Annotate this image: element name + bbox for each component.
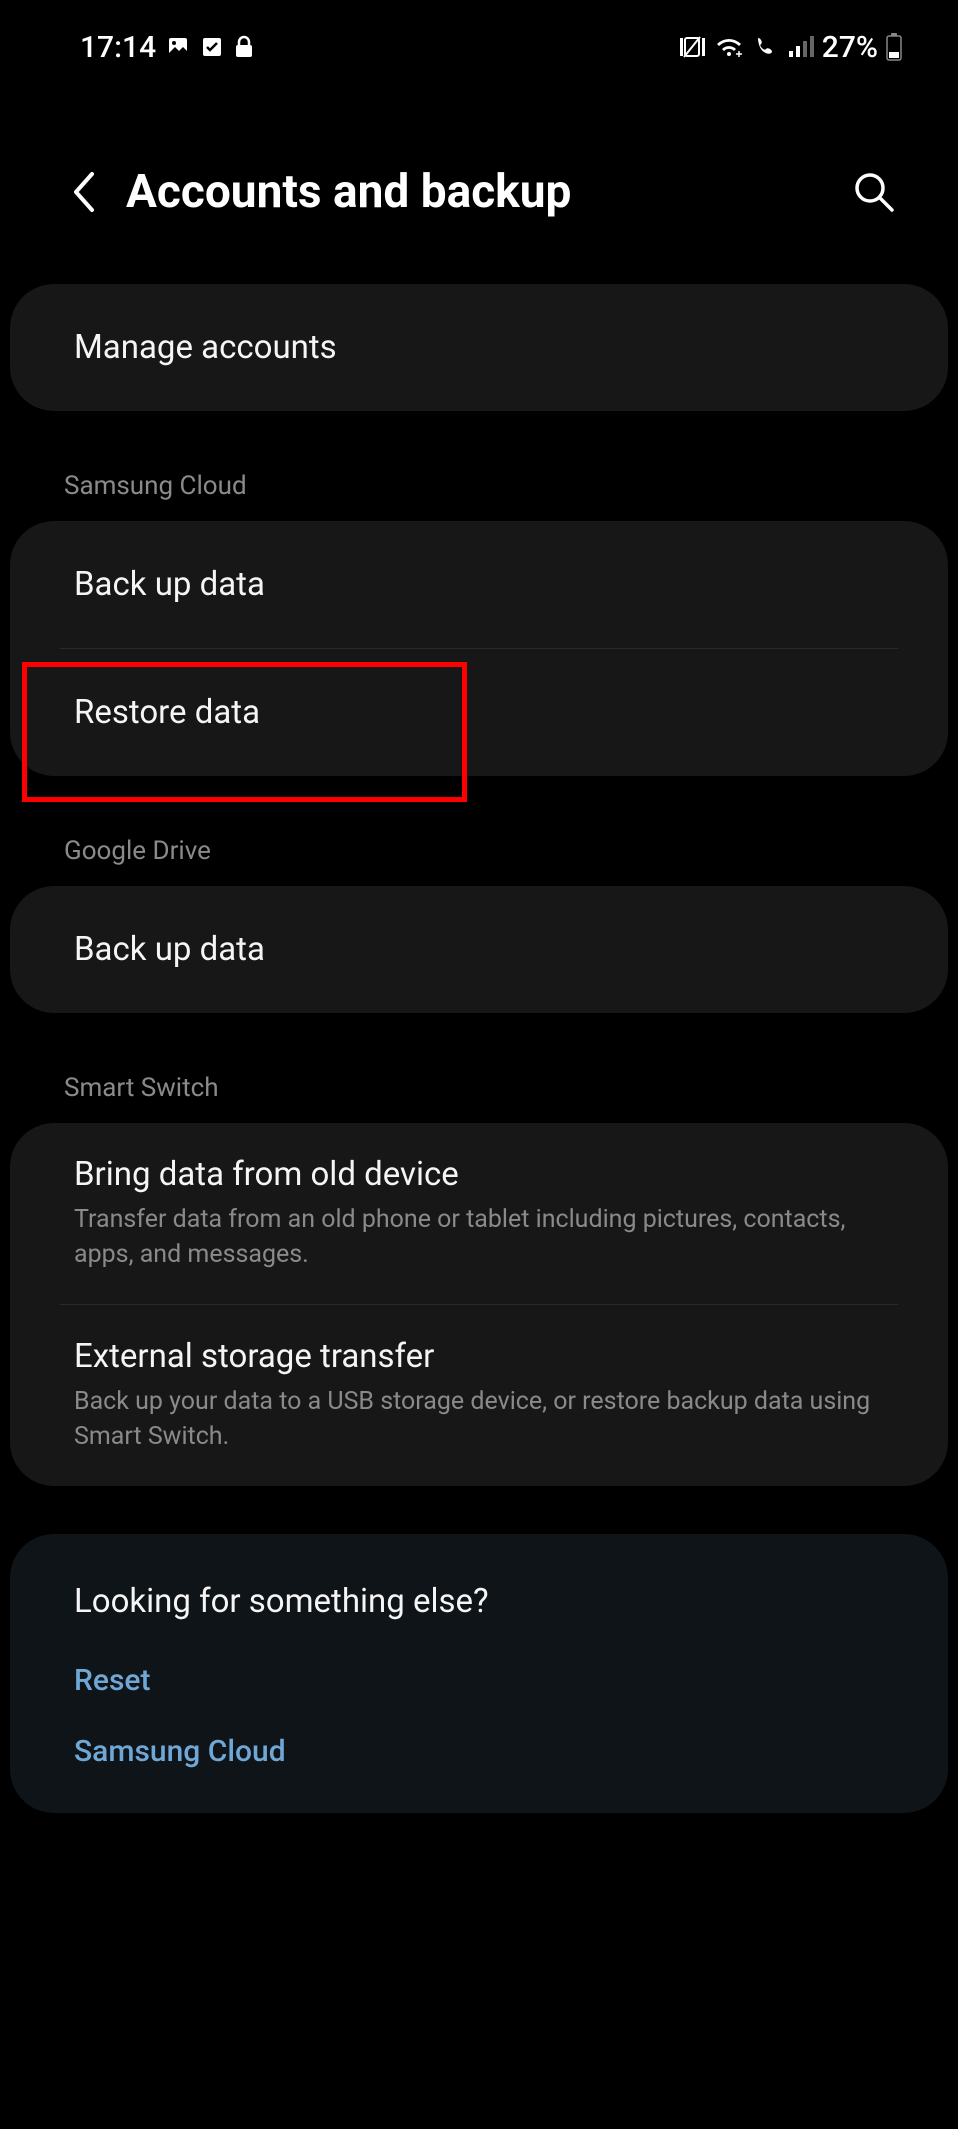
external-storage-sub: Back up your data to a USB storage devic… (74, 1384, 884, 1454)
samsung-backup-item[interactable]: Back up data (10, 521, 948, 648)
google-backup-label: Back up data (74, 930, 265, 969)
volte-call-icon (752, 35, 780, 59)
section-smart-switch: Smart Switch (0, 1031, 958, 1123)
manage-accounts-card: Manage accounts (10, 284, 948, 411)
status-bar: 17:14 27% (0, 0, 958, 70)
back-button[interactable] (52, 160, 116, 224)
image-icon (166, 35, 190, 59)
search-icon (852, 170, 896, 214)
bring-data-title: Bring data from old device (74, 1155, 884, 1194)
mute-vibrate-icon (678, 35, 706, 59)
samsung-restore-item[interactable]: Restore data (10, 649, 948, 776)
smart-switch-card: Bring data from old device Transfer data… (10, 1123, 948, 1486)
samsung-cloud-link-label: Samsung Cloud (74, 1734, 286, 1769)
search-button[interactable] (842, 160, 906, 224)
bring-data-sub: Transfer data from an old phone or table… (74, 1202, 884, 1272)
status-right: 27% (678, 30, 902, 65)
reset-link[interactable]: Reset (10, 1645, 948, 1716)
google-backup-item[interactable]: Back up data (10, 886, 948, 1013)
status-left: 17:14 (80, 30, 254, 65)
google-drive-card: Back up data (10, 886, 948, 1013)
external-storage-item[interactable]: External storage transfer Back up your d… (10, 1305, 948, 1486)
samsung-restore-label: Restore data (74, 693, 260, 732)
samsung-cloud-link[interactable]: Samsung Cloud (10, 1716, 948, 1813)
external-storage-title: External storage transfer (74, 1337, 884, 1376)
spacer (0, 1504, 958, 1534)
status-battery-percent: 27% (822, 30, 878, 65)
status-time: 17:14 (80, 30, 156, 65)
header: Accounts and backup (0, 70, 958, 284)
lock-icon (234, 35, 254, 59)
looking-for-title: Looking for something else? (10, 1534, 948, 1645)
wifi-icon (714, 35, 744, 59)
chevron-left-icon (68, 168, 100, 216)
reset-link-label: Reset (74, 1663, 150, 1698)
section-google-drive: Google Drive (0, 794, 958, 886)
manage-accounts-item[interactable]: Manage accounts (10, 284, 948, 411)
looking-for-card: Looking for something else? Reset Samsun… (10, 1534, 948, 1813)
bring-data-item[interactable]: Bring data from old device Transfer data… (10, 1123, 948, 1304)
signal-icon (788, 35, 814, 59)
samsung-cloud-card: Back up data Restore data (10, 521, 948, 776)
section-samsung-cloud: Samsung Cloud (0, 429, 958, 521)
samsung-backup-label: Back up data (74, 565, 265, 604)
battery-icon (886, 33, 902, 61)
manage-accounts-label: Manage accounts (74, 328, 337, 367)
page-title: Accounts and backup (126, 165, 842, 219)
checkbox-icon (200, 35, 224, 59)
